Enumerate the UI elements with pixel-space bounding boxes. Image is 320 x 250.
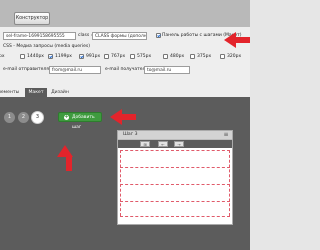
step-button-2[interactable]: 2 <box>18 112 29 123</box>
tab-elements[interactable]: Элементы <box>0 88 22 97</box>
media-option-label: 767px <box>111 54 126 59</box>
arrow-left-icon[interactable]: ← <box>158 141 168 147</box>
step-button-3[interactable]: 3 <box>32 112 43 123</box>
media-option-label: 480px <box>170 54 185 59</box>
media-option-checkbox[interactable] <box>190 54 195 59</box>
add-step-label: Добавить шаг <box>72 115 95 130</box>
menu-icon[interactable]: ≡ <box>223 132 229 138</box>
guide-line <box>120 150 121 216</box>
class-field[interactable]: CLASS формы (дополнител <box>92 32 147 40</box>
step-panel-header[interactable]: Шаг 3 ≡ <box>118 131 232 140</box>
media-option-checkbox[interactable] <box>163 54 168 59</box>
guide-line <box>120 167 230 168</box>
guide-line <box>120 216 230 217</box>
plus-icon: + <box>64 114 69 120</box>
media-option-checkbox[interactable] <box>104 54 109 59</box>
media-queries-title: CSS - Медиа запросы (media queries) <box>3 44 91 49</box>
tab-layout[interactable]: Макет <box>25 88 47 97</box>
sender-email-field[interactable]: from@mail.ru <box>49 66 101 74</box>
recipient-email-label: e-mail получателя <box>105 67 149 72</box>
step-panel: Шаг 3 ≡ ⊞ ← → <box>117 130 233 225</box>
id-field[interactable]: sel-frame-1699158695555 <box>3 32 76 40</box>
arrow-right-icon[interactable]: → <box>174 141 184 147</box>
media-option-label: 320px <box>227 54 242 59</box>
media-option-checkbox[interactable] <box>20 54 25 59</box>
media-option-label: px <box>0 54 5 59</box>
step-panel-title: Шаг 3 <box>123 132 138 137</box>
step-button-1[interactable]: 1 <box>4 112 15 123</box>
constructor-button[interactable]: Конструктор <box>14 12 50 25</box>
panel-checkbox[interactable] <box>156 33 161 38</box>
settings-panel: sel-frame-1699158695555 class = CLASS фо… <box>0 27 250 97</box>
recipient-email-field[interactable]: to@mail.ru <box>144 66 190 74</box>
media-option-checkbox[interactable] <box>79 54 84 59</box>
step-canvas[interactable] <box>118 148 232 224</box>
media-option-label: 1199px <box>55 54 72 59</box>
media-option-label: 1440px <box>27 54 44 59</box>
add-step-button[interactable]: + Добавить шаг <box>58 112 102 130</box>
guide-line <box>120 150 230 151</box>
tab-design[interactable]: Дизайн <box>49 88 71 97</box>
guide-line <box>120 184 230 185</box>
grid-icon[interactable]: ⊞ <box>140 141 150 147</box>
guide-line <box>229 150 230 216</box>
media-option-checkbox[interactable] <box>220 54 225 59</box>
media-options: px 1440px 1199px 991px 767px 575px 480px <box>0 53 250 60</box>
media-option-label: 375px <box>197 54 212 59</box>
media-option-label: 991px <box>86 54 101 59</box>
media-option-label: 575px <box>137 54 152 59</box>
media-option-checkbox[interactable] <box>130 54 135 59</box>
sender-email-label: e-mail отправителя <box>3 67 49 72</box>
guide-line <box>120 201 230 202</box>
media-option-checkbox[interactable] <box>48 54 53 59</box>
